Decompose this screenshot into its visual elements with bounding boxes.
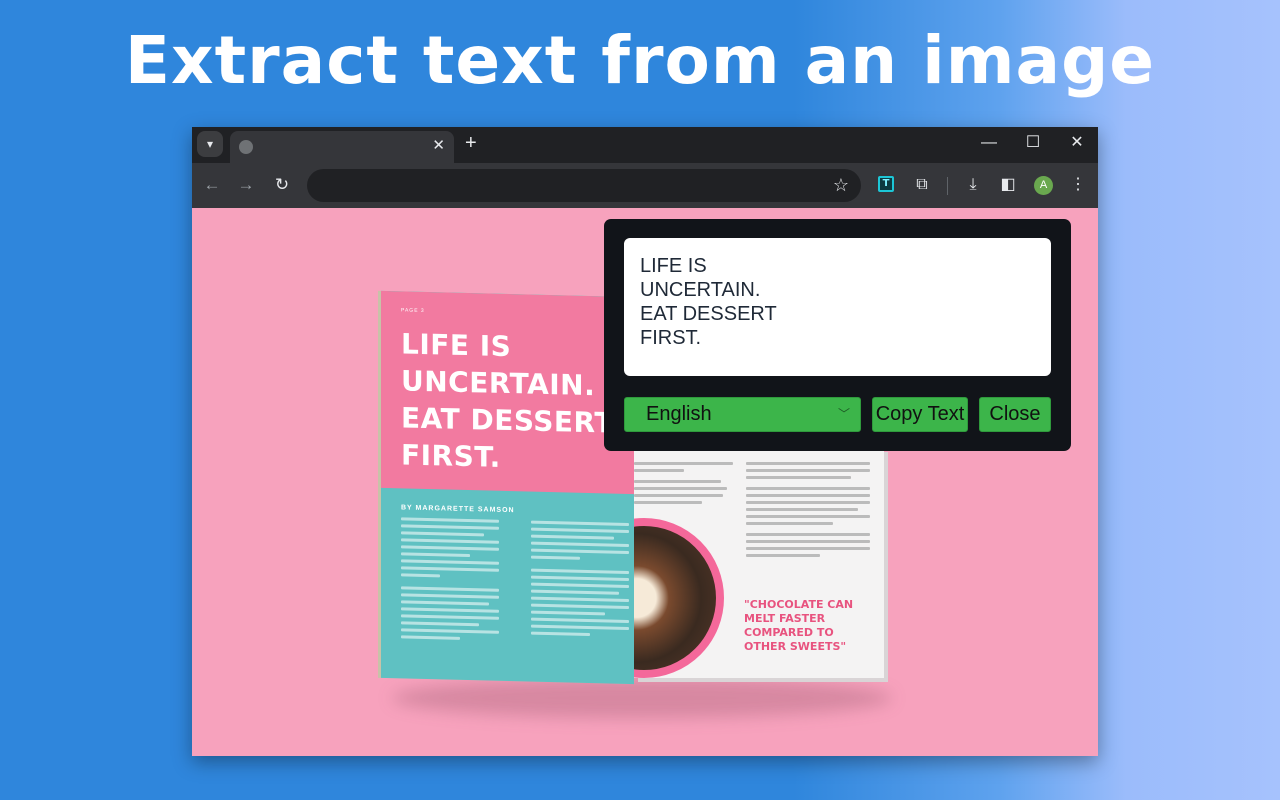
toolbar: ← → ↻ ☆ T ⧉ ⤓ ◧ A ⋮: [192, 163, 1098, 208]
close-icon[interactable]: ✕: [432, 137, 445, 155]
reload-icon[interactable]: ↻: [270, 173, 294, 197]
magazine-column: [531, 520, 629, 641]
maximize-icon[interactable]: ☐: [1018, 131, 1048, 155]
avatar[interactable]: A: [1034, 176, 1053, 195]
download-icon[interactable]: ⤓: [961, 173, 985, 197]
side-panel-icon[interactable]: ◧: [996, 173, 1020, 197]
arrow-right-icon[interactable]: →: [234, 173, 258, 197]
language-select[interactable]: English ﹀: [624, 397, 861, 432]
minimize-icon[interactable]: —: [974, 131, 1004, 155]
close-button[interactable]: Close: [979, 397, 1051, 432]
globe-icon: [239, 140, 253, 154]
puzzle-icon[interactable]: ⧉: [910, 173, 934, 197]
copy-text-button[interactable]: Copy Text: [872, 397, 968, 432]
headline: Extract text from an image: [124, 22, 1156, 99]
magazine-page-label: PAGE 3: [401, 307, 425, 314]
magazine-shadow: [392, 678, 892, 718]
magazine-left-page: PAGE 3 LIFE IS UNCERTAIN. EAT DESSERT FI…: [381, 290, 634, 685]
magazine-headline: LIFE IS UNCERTAIN. EAT DESSERT FIRST.: [401, 327, 614, 474]
chevron-down-icon[interactable]: ▾: [197, 131, 223, 157]
browser-tab[interactable]: ✕: [230, 131, 454, 163]
menu-icon[interactable]: ⋮: [1066, 173, 1090, 197]
page-viewport: PAGE 3 LIFE IS UNCERTAIN. EAT DESSERT FI…: [192, 208, 1098, 756]
magazine-header-block: PAGE 3 LIFE IS UNCERTAIN. EAT DESSERT FI…: [381, 290, 634, 495]
star-icon[interactable]: ☆: [833, 174, 849, 196]
browser-window: ▾ ✕ + — ☐ ✕ ← → ↻ ☆ T ⧉ ⤓ ◧ A ⋮ PAGE 3 L…: [192, 127, 1098, 756]
text-extractor-extension-icon[interactable]: T: [878, 176, 894, 192]
magazine-column: [634, 462, 758, 508]
tab-strip: ▾ ✕ + — ☐ ✕: [192, 127, 1098, 163]
address-bar[interactable]: ☆: [307, 169, 861, 202]
chevron-down-icon: ﹀: [837, 407, 850, 421]
cupcake-photo: [634, 518, 724, 678]
extracted-text-area[interactable]: [624, 238, 1051, 376]
language-select-value: English: [646, 403, 712, 425]
magazine-author: BY MARGARETTE SAMSON: [401, 504, 515, 515]
magazine-pull-quote: "CHOCOLATE CAN MELT FASTER COMPARED TO O…: [744, 598, 854, 653]
window-close-icon[interactable]: ✕: [1062, 131, 1092, 155]
magazine-column: [401, 517, 499, 644]
arrow-left-icon[interactable]: ←: [200, 173, 224, 197]
magazine-right-page: "CHOCOLATE CAN MELT FASTER COMPARED TO O…: [634, 448, 884, 678]
magazine-column: [746, 462, 870, 561]
toolbar-divider: [947, 177, 948, 195]
plus-icon[interactable]: +: [465, 132, 477, 154]
text-extractor-popup: English ﹀ Copy Text Close: [604, 219, 1071, 451]
